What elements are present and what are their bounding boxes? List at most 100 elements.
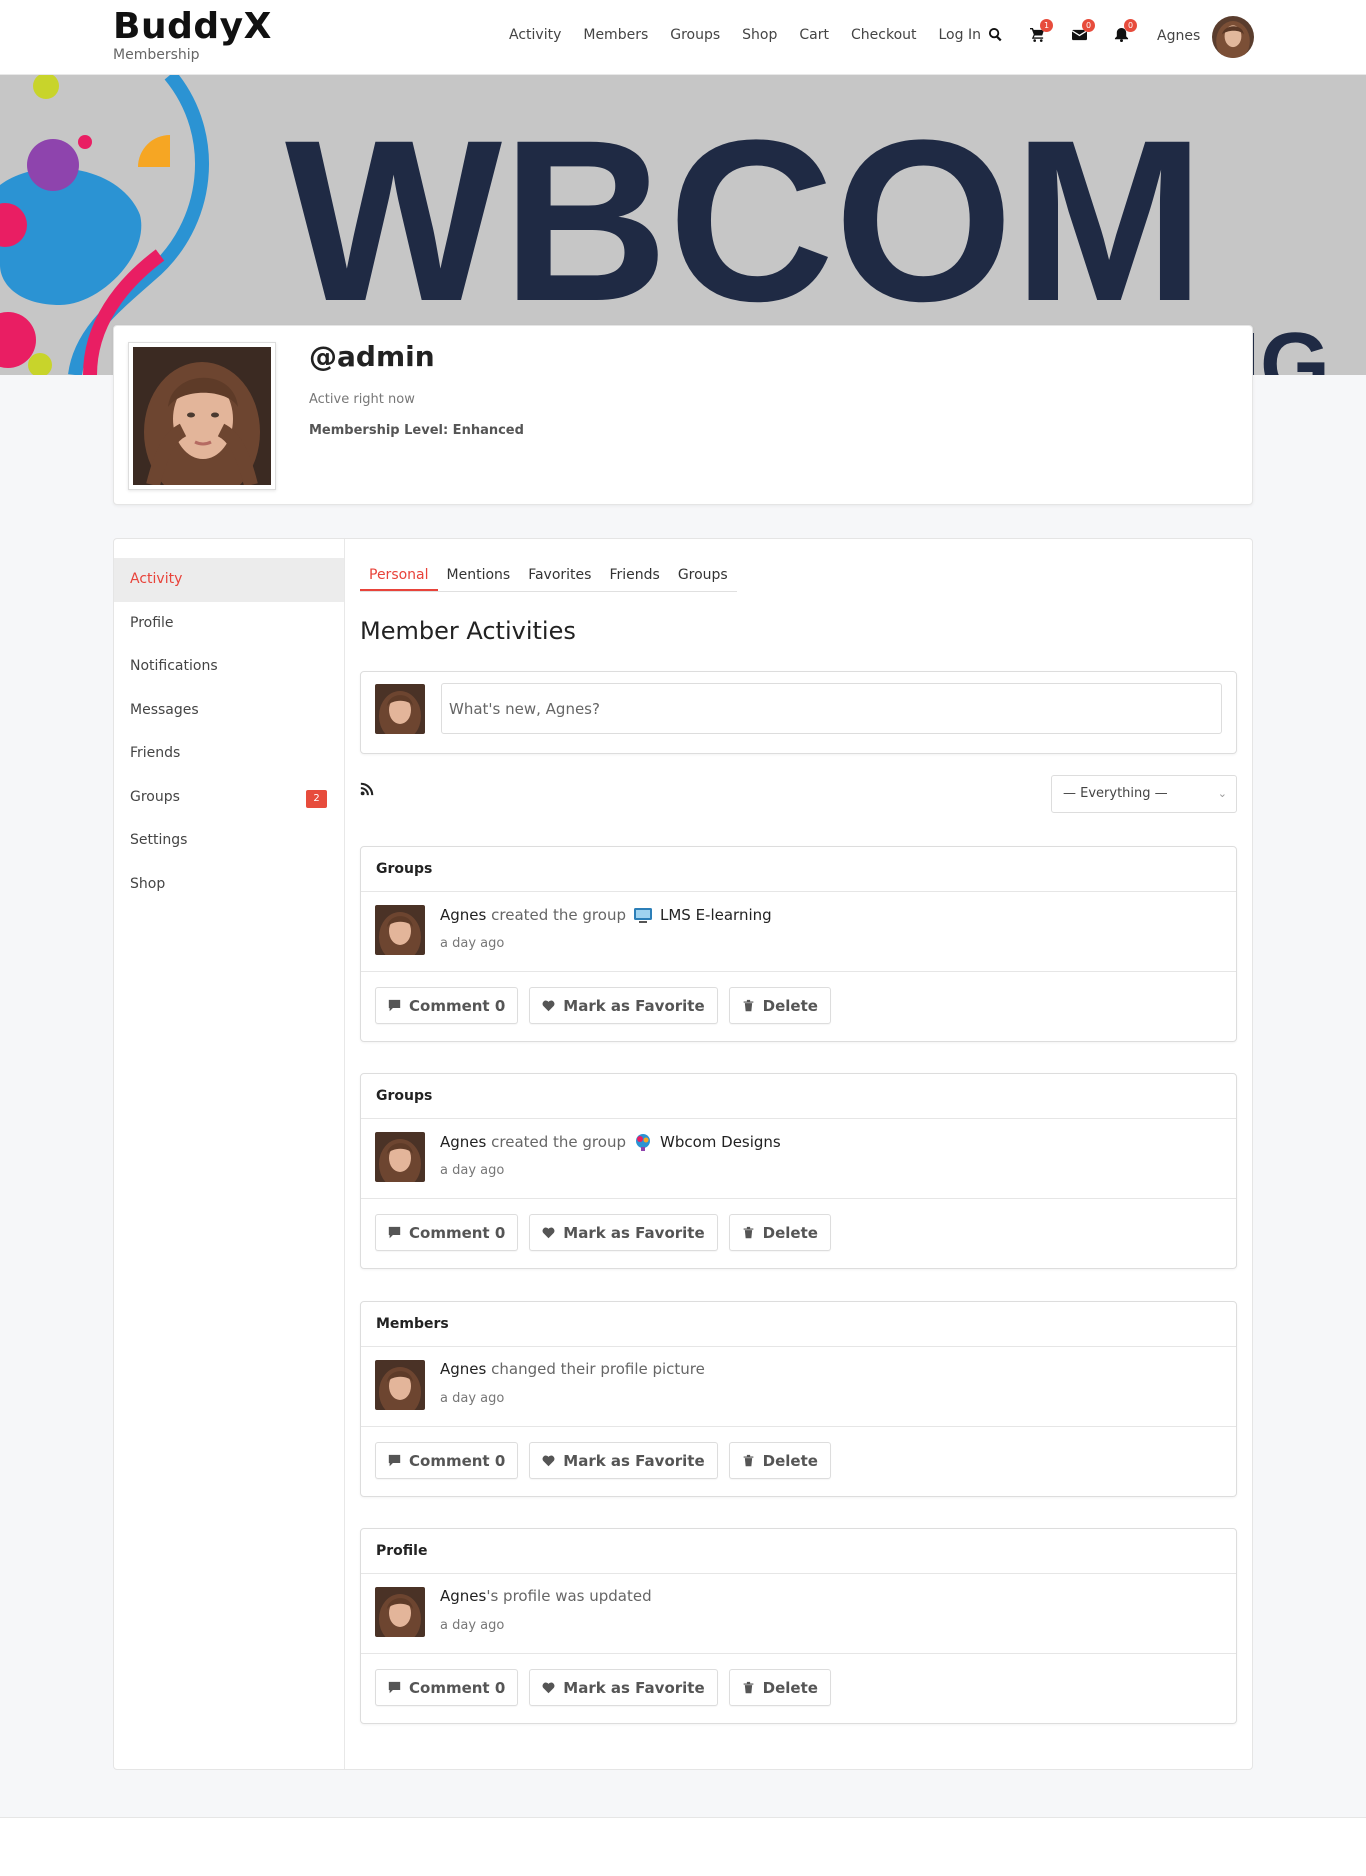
favorite-button[interactable]: Mark as Favorite: [529, 987, 718, 1024]
nav-shop[interactable]: Shop: [742, 27, 777, 43]
activity-action: created the group: [491, 906, 626, 924]
activity-item: Groups Agnes created the group LMS E-lea…: [360, 846, 1237, 1042]
site-tagline: Membership: [113, 47, 200, 63]
nav-cart[interactable]: Cart: [799, 27, 829, 43]
tab-mentions[interactable]: Mentions: [438, 559, 520, 591]
activity-action: 's profile was updated: [486, 1587, 652, 1605]
avatar[interactable]: [375, 1360, 425, 1410]
comment-button[interactable]: Comment 0: [375, 1214, 519, 1251]
favorite-button[interactable]: Mark as Favorite: [529, 1442, 718, 1479]
heart-icon: [542, 1227, 555, 1239]
sidebar-item-groups[interactable]: Groups 2: [114, 776, 344, 820]
sidebar-item-label: Groups: [130, 788, 180, 805]
notifications-count-badge: 0: [1124, 19, 1137, 32]
activity-type: Groups: [361, 847, 1236, 892]
header-user-name[interactable]: Agnes: [1157, 28, 1200, 44]
activity-group-link[interactable]: LMS E-learning: [660, 906, 772, 924]
avatar[interactable]: [375, 1587, 425, 1637]
header-avatar[interactable]: [1212, 16, 1254, 58]
site-brand[interactable]: BuddyX Membership: [113, 6, 272, 63]
site-title[interactable]: BuddyX: [113, 6, 272, 48]
sidebar-item-shop[interactable]: Shop: [114, 863, 344, 907]
delete-button[interactable]: Delete: [728, 1214, 831, 1251]
trash-icon: [743, 1681, 754, 1694]
page-title: Member Activities: [360, 617, 576, 645]
sidebar-item-label: Friends: [130, 745, 181, 761]
activity-action: changed their profile picture: [491, 1360, 705, 1378]
activity-user-link[interactable]: Agnes: [440, 906, 486, 924]
search-icon[interactable]: [985, 24, 1005, 44]
filter-value: — Everything —: [1063, 786, 1168, 801]
profile-handle: @admin: [309, 340, 435, 373]
trash-icon: [743, 999, 754, 1012]
messages-icon[interactable]: 0: [1069, 19, 1095, 44]
sidebar-item-settings[interactable]: Settings: [114, 819, 344, 863]
nav-activity[interactable]: Activity: [509, 27, 561, 43]
rss-icon[interactable]: [360, 781, 376, 797]
profile-status: Active right now: [309, 392, 415, 407]
nav-checkout[interactable]: Checkout: [851, 27, 917, 43]
activity-type: Members: [361, 1302, 1236, 1347]
membership-level: Membership Level: Enhanced: [309, 423, 524, 438]
heart-icon: [542, 1455, 555, 1467]
activity-user-link[interactable]: Agnes: [440, 1587, 486, 1605]
tab-groups[interactable]: Groups: [669, 559, 737, 591]
sidebar-item-notifications[interactable]: Notifications: [114, 645, 344, 689]
activity-timestamp[interactable]: a day ago: [440, 1618, 504, 1633]
post-form: [360, 671, 1237, 754]
profile-card: @admin Active right now Membership Level…: [113, 325, 1253, 505]
sidebar-item-label: Activity: [130, 571, 183, 587]
favorite-button[interactable]: Mark as Favorite: [529, 1214, 718, 1251]
sidebar-item-label: Notifications: [130, 658, 218, 674]
comment-button[interactable]: Comment 0: [375, 1669, 519, 1706]
chevron-down-icon: ⌄: [1217, 787, 1227, 800]
sidebar-item-label: Settings: [130, 832, 188, 848]
groups-count-badge: 2: [306, 789, 327, 808]
trash-icon: [743, 1226, 754, 1239]
main-nav: Activity Members Groups Shop Cart Checko…: [509, 27, 1003, 43]
cart-count-badge: 1: [1040, 19, 1053, 32]
nav-login[interactable]: Log In: [939, 27, 981, 43]
activity-timestamp[interactable]: a day ago: [440, 1391, 504, 1406]
profile-photo[interactable]: [128, 342, 276, 490]
profile-sidebar: Activity Profile Notifications Messages …: [114, 539, 345, 1769]
avatar[interactable]: [375, 905, 425, 955]
messages-count-badge: 0: [1082, 19, 1095, 32]
nav-members[interactable]: Members: [583, 27, 648, 43]
delete-button[interactable]: Delete: [728, 1442, 831, 1479]
comment-button[interactable]: Comment 0: [375, 987, 519, 1024]
tab-favorites[interactable]: Favorites: [519, 559, 600, 591]
avatar[interactable]: [375, 1132, 425, 1182]
activity-action: created the group: [491, 1133, 626, 1151]
activity-timestamp[interactable]: a day ago: [440, 1163, 504, 1178]
comment-icon: [388, 999, 401, 1012]
delete-button[interactable]: Delete: [728, 1669, 831, 1706]
activity-group-link[interactable]: Wbcom Designs: [660, 1133, 781, 1151]
cart-icon[interactable]: 1: [1027, 19, 1053, 44]
sidebar-item-label: Messages: [130, 701, 199, 718]
sidebar-item-friends[interactable]: Friends: [114, 732, 344, 776]
tab-friends[interactable]: Friends: [600, 559, 668, 591]
activity-user-link[interactable]: Agnes: [440, 1360, 486, 1378]
sidebar-item-activity[interactable]: Activity: [114, 558, 344, 602]
nav-groups[interactable]: Groups: [670, 27, 720, 43]
sidebar-item-messages[interactable]: Messages: [114, 689, 344, 733]
activity-item: Profile Agnes's profile was updated a da…: [360, 1528, 1237, 1724]
group-avatar-icon: [633, 905, 653, 925]
header-icons: 1 0 0: [985, 19, 1153, 44]
activity-filter-select[interactable]: — Everything — ⌄: [1051, 775, 1237, 813]
whats-new-input[interactable]: [441, 683, 1222, 734]
comment-button[interactable]: Comment 0: [375, 1442, 519, 1479]
activity-timestamp[interactable]: a day ago: [440, 936, 504, 951]
sidebar-item-label: Profile: [130, 614, 174, 631]
comment-icon: [388, 1681, 401, 1694]
activity-user-link[interactable]: Agnes: [440, 1133, 486, 1151]
favorite-button[interactable]: Mark as Favorite: [529, 1669, 718, 1706]
delete-button[interactable]: Delete: [728, 987, 831, 1024]
site-footer: [0, 1817, 1366, 1876]
bell-icon[interactable]: 0: [1111, 19, 1137, 44]
heart-icon: [542, 1682, 555, 1694]
activity-item: Groups Agnes created the group Wbcom Des…: [360, 1073, 1237, 1269]
tab-personal[interactable]: Personal: [360, 559, 438, 591]
sidebar-item-profile[interactable]: Profile: [114, 602, 344, 646]
